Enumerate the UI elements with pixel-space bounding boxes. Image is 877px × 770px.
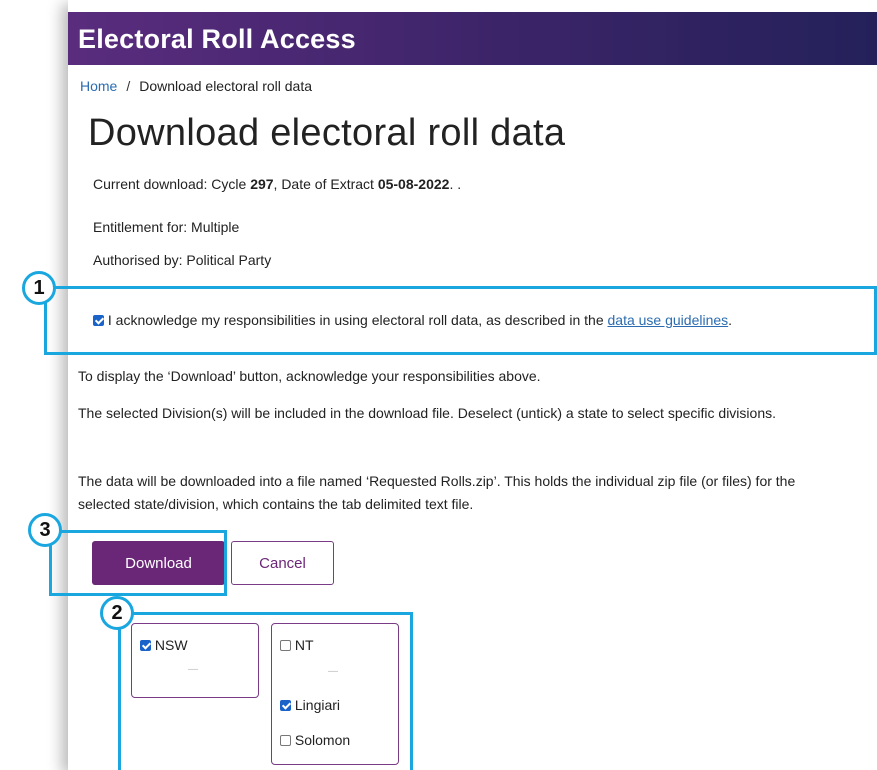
data-use-guidelines-link[interactable]: data use guidelines xyxy=(608,312,729,328)
lingiari-checkbox[interactable] xyxy=(280,700,291,711)
state-nt[interactable]: NT xyxy=(280,637,314,653)
nt-label: NT xyxy=(294,637,314,653)
page-title: Download electoral roll data xyxy=(88,112,566,154)
acknowledge-text: I acknowledge my responsibilities in usi… xyxy=(107,312,608,328)
callout-1-badge: 1 xyxy=(22,271,56,305)
callout-3-badge: 3 xyxy=(28,513,62,547)
nsw-divider: — xyxy=(188,664,198,675)
cancel-button[interactable]: Cancel xyxy=(231,541,334,585)
state-nsw[interactable]: NSW xyxy=(140,637,188,653)
acknowledge-end: . xyxy=(728,312,733,328)
info-file-name: The data will be downloaded into a file … xyxy=(78,473,796,512)
nt-divider: — xyxy=(328,666,338,677)
download-button[interactable]: Download xyxy=(92,541,225,585)
lingiari-label: Lingiari xyxy=(294,697,341,713)
current-download-prefix: Current download: Cycle xyxy=(93,176,251,192)
solomon-label: Solomon xyxy=(294,732,351,748)
division-lingiari[interactable]: Lingiari xyxy=(280,697,340,713)
nsw-checkbox[interactable] xyxy=(140,640,151,651)
callout-2-badge: 2 xyxy=(100,596,134,630)
current-download-info: Current download: Cycle 297, Date of Ext… xyxy=(93,176,461,192)
state-box-nsw: NSW — xyxy=(131,623,259,698)
acknowledge-row: I acknowledge my responsibilities in usi… xyxy=(93,312,732,328)
division-solomon[interactable]: Solomon xyxy=(280,732,350,748)
breadcrumb: Home / Download electoral roll data xyxy=(80,78,312,94)
info-download-button: To display the ‘Download’ button, acknow… xyxy=(78,368,541,384)
breadcrumb-home-link[interactable]: Home xyxy=(80,78,117,94)
nt-checkbox[interactable] xyxy=(280,640,291,651)
app-header: Electoral Roll Access xyxy=(68,12,877,65)
info-selected-divisions: The selected Division(s) will be include… xyxy=(78,405,776,421)
solomon-checkbox[interactable] xyxy=(280,735,291,746)
breadcrumb-separator: / xyxy=(126,78,131,94)
current-download-suffix: . . xyxy=(449,176,462,192)
main-panel: Electoral Roll Access Home / Download elec… xyxy=(68,0,877,770)
extract-date: 05-08-2022 xyxy=(377,176,450,192)
acknowledge-checkbox[interactable] xyxy=(93,315,104,326)
cycle-number: 297 xyxy=(250,176,274,192)
state-box-nt: NT — Lingiari Solomon xyxy=(271,623,399,765)
date-prefix: , Date of Extract xyxy=(273,176,378,192)
entitlement-text: Entitlement for: Multiple xyxy=(93,219,240,235)
authorised-text: Authorised by: Political Party xyxy=(93,252,272,268)
nsw-label: NSW xyxy=(154,637,188,653)
breadcrumb-current: Download electoral roll data xyxy=(139,78,313,94)
app-title: Electoral Roll Access xyxy=(78,24,356,54)
